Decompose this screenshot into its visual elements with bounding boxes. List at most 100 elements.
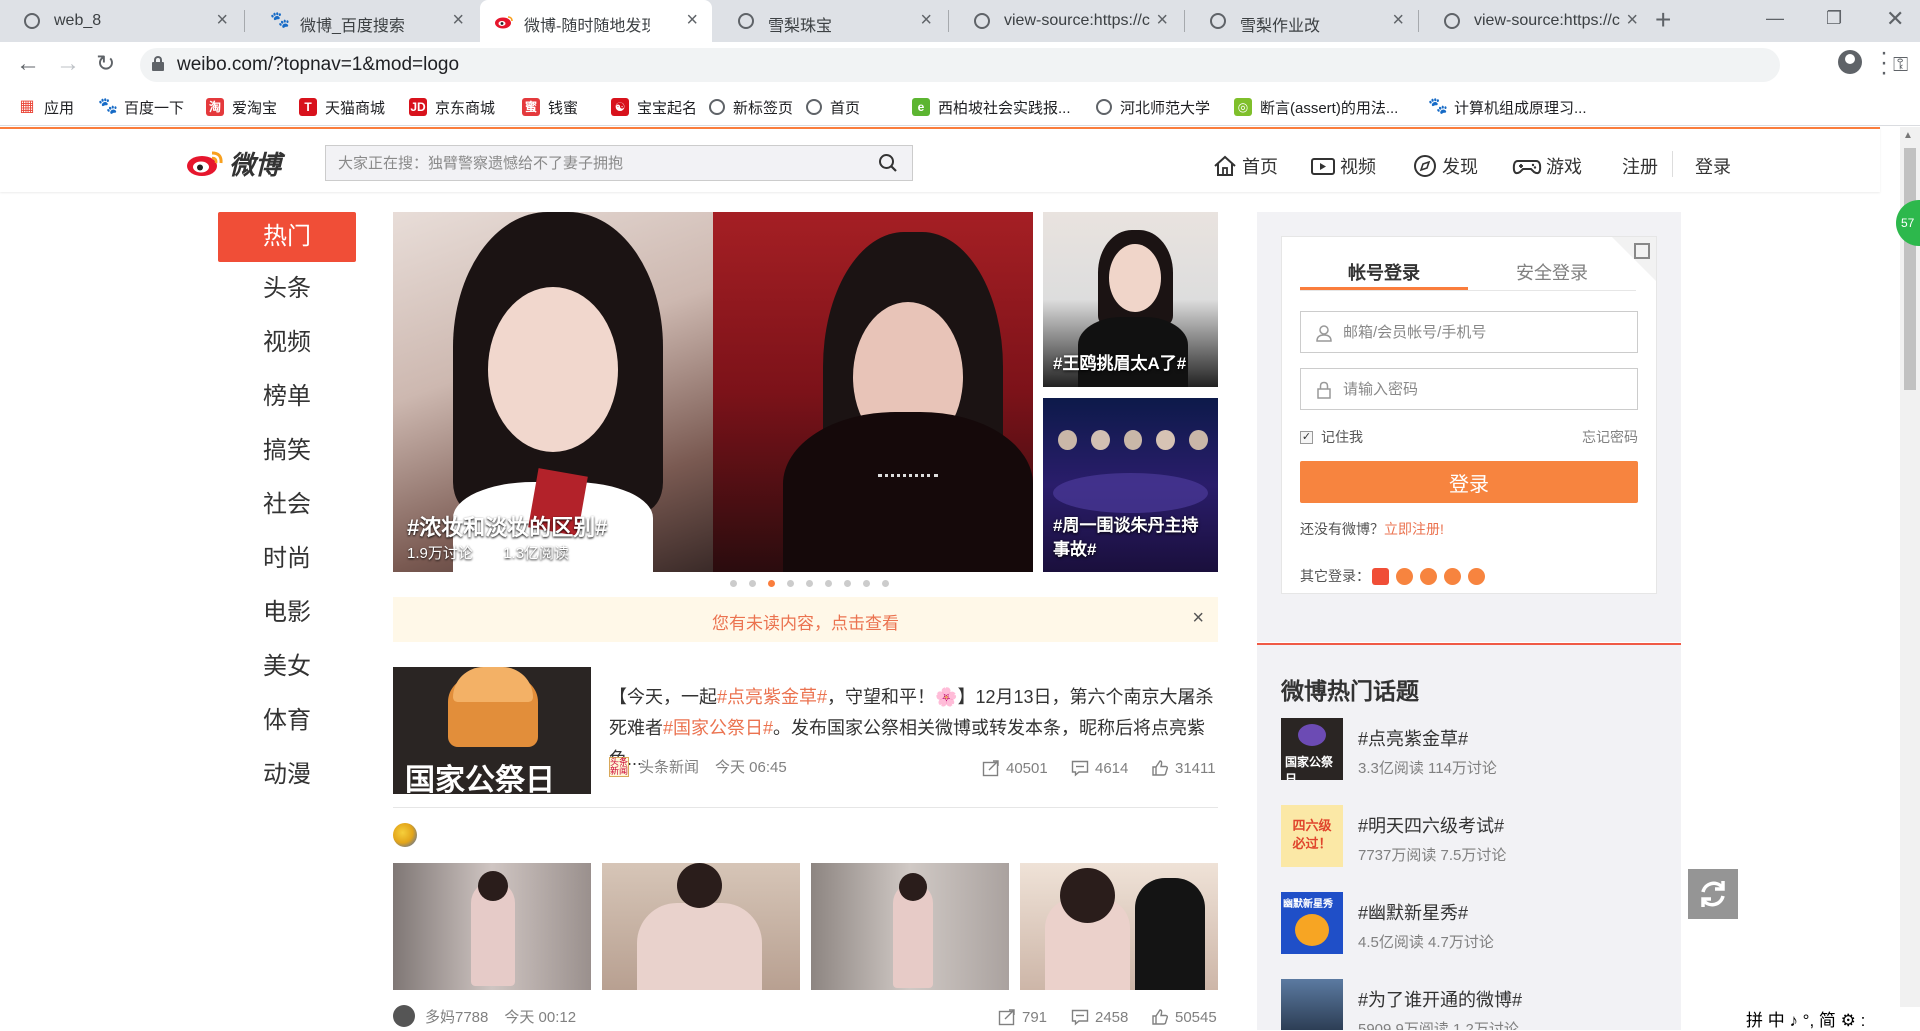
bookmark-item[interactable]: e 西柏坡社会实践报... <box>912 96 1071 118</box>
forward-arrow-icon[interactable]: → <box>56 50 80 78</box>
nav-home[interactable]: 首页 <box>1212 153 1278 179</box>
like-button[interactable]: 50545 <box>1151 1008 1217 1026</box>
scrollbar-thumb[interactable] <box>1904 148 1916 390</box>
carousel-dot[interactable] <box>825 580 832 587</box>
bookmark-item[interactable]: 蜜钱蜜 <box>522 96 578 118</box>
category-nav-item[interactable]: 动漫 <box>218 750 356 800</box>
nav-register[interactable]: 注册 <box>1622 153 1658 179</box>
bookmark-item[interactable]: ◎ 断言(assert)的用法... <box>1234 96 1398 118</box>
remember-me[interactable]: ✓ 记住我 <box>1300 427 1363 447</box>
search-icon[interactable] <box>878 153 898 173</box>
tab-secure-login[interactable]: 安全登录 <box>1468 259 1636 285</box>
tab-account-login[interactable]: 帐号登录 <box>1300 259 1468 285</box>
feed2-user-name[interactable]: 多妈7788 <box>425 1006 488 1027</box>
carousel-dot[interactable] <box>749 580 756 587</box>
category-nav-item[interactable]: 体育 <box>218 696 356 746</box>
hot-topic-thumb[interactable]: 四六级必过！ <box>1281 805 1343 867</box>
hero-carousel[interactable]: #浓妆和淡妆的区别# 1.9万讨论 1.3亿阅读 <box>393 212 1033 572</box>
close-tab-icon[interactable]: × <box>452 9 464 32</box>
360-login-icon[interactable] <box>1468 567 1485 585</box>
side-topic-wang-ou[interactable]: #王鸥挑眉太A了# <box>1043 212 1218 387</box>
ime-status-bar[interactable]: 拼 中 ♪ °, 简 ⚙ : <box>1744 1007 1920 1030</box>
remember-checkbox[interactable]: ✓ <box>1300 430 1313 444</box>
tab-weibo-active[interactable]: 微博-随时随地发现新鲜 × <box>480 0 712 42</box>
close-icon[interactable]: × <box>1192 607 1204 630</box>
repost-button[interactable]: 791 <box>998 1008 1047 1026</box>
unread-notice-bar[interactable]: 您有未读内容，点击查看 × <box>393 597 1218 642</box>
bookmark-item[interactable]: 🐾 计算机组成原理习... <box>1428 96 1587 118</box>
nav-video[interactable]: 视频 <box>1310 153 1376 179</box>
tab-web8[interactable]: web_8 × <box>0 0 242 42</box>
repost-button[interactable]: 40501 <box>982 759 1048 777</box>
feed-photo-3[interactable] <box>811 863 1009 990</box>
hot-topic-thumb[interactable]: 国家公祭日 <box>1281 718 1343 780</box>
category-nav-item[interactable]: 搞笑 <box>218 426 356 476</box>
tab-xueli-jewelry[interactable]: 雪梨珠宝 × <box>714 0 946 42</box>
tab-baidu-weibo[interactable]: 🐾 微博_百度搜索 × <box>246 0 478 42</box>
bookmark-item[interactable]: T 天猫商城 <box>299 96 385 118</box>
back-arrow-icon[interactable]: ← <box>16 50 40 78</box>
scroll-up-arrow-icon[interactable]: ▲ <box>1903 130 1913 141</box>
lock-icon[interactable] <box>152 56 164 71</box>
hashtag-link[interactable]: #国家公祭日# <box>663 718 773 738</box>
bookmark-item[interactable]: 淘爱淘宝 <box>206 96 277 118</box>
unread-notice-text[interactable]: 您有未读内容，点击查看 <box>393 609 1218 634</box>
nav-discover[interactable]: 发现 <box>1412 153 1478 179</box>
password-field[interactable] <box>1300 368 1638 410</box>
hot-topic-name[interactable]: #幽默新星秀# <box>1358 899 1468 925</box>
hot-topic-thumb[interactable]: 幽默新星秀 <box>1281 892 1343 954</box>
password-input[interactable] <box>1343 369 1623 409</box>
feed-photo-4[interactable] <box>1020 863 1218 990</box>
close-tab-icon[interactable]: × <box>1156 9 1168 32</box>
username-input[interactable] <box>1343 312 1623 352</box>
register-link[interactable]: 立即注册! <box>1384 521 1444 537</box>
bookmark-item[interactable]: 河北师范大学 <box>1096 96 1210 118</box>
tab-xueli-homework[interactable]: 雪梨作业改 × <box>1186 0 1418 42</box>
taobao-login-icon[interactable] <box>1372 567 1389 585</box>
weibo-logo[interactable]: 微博 <box>185 145 281 181</box>
hashtag-link[interactable]: #点亮紫金草# <box>717 687 827 707</box>
address-bar[interactable]: weibo.com/?topnav=1&mod=logo ⚿ ☆ <box>140 48 1908 82</box>
carousel-dot[interactable] <box>768 580 775 587</box>
category-nav-item[interactable]: 头条 <box>218 264 356 314</box>
hot-topic-name[interactable]: #明天四六级考试# <box>1358 812 1504 838</box>
user-avatar[interactable] <box>393 823 417 847</box>
tianyi-login-icon[interactable] <box>1444 567 1461 585</box>
comment-button[interactable]: 4614 <box>1071 759 1128 777</box>
feed-source[interactable]: 头条 新闻 头条新闻 今天 06:45 <box>609 756 787 777</box>
restore-icon[interactable]: ❐ <box>1826 8 1842 29</box>
category-nav-item[interactable]: 榜单 <box>218 372 356 422</box>
close-tab-icon[interactable]: × <box>920 9 932 32</box>
tab-view-source-2[interactable]: view-source:https://c × <box>1420 0 1652 42</box>
search-box[interactable] <box>325 145 913 181</box>
category-nav-item[interactable]: 热门 <box>218 212 356 262</box>
feed2-source[interactable]: 多妈7788 今天 00:12 <box>393 1005 576 1027</box>
kebab-menu-icon[interactable]: · · · <box>1880 41 1888 85</box>
url-text[interactable]: weibo.com/?topnav=1&mod=logo <box>177 54 459 76</box>
bookmark-item[interactable]: 首页 <box>806 96 860 118</box>
carousel-dot[interactable] <box>806 580 813 587</box>
minimize-icon[interactable]: — <box>1766 8 1784 29</box>
wechat-login-icon[interactable] <box>1420 567 1437 585</box>
reload-icon[interactable]: ↻ <box>96 50 115 77</box>
like-button[interactable]: 31411 <box>1151 759 1216 777</box>
feed-photo-1[interactable] <box>393 863 591 990</box>
new-tab-button[interactable]: + <box>1655 4 1671 36</box>
bookmark-item[interactable]: 🐾 百度一下 <box>98 96 184 118</box>
category-nav-item[interactable]: 社会 <box>218 480 356 530</box>
forgot-password-link[interactable]: 忘记密码 <box>1582 427 1638 447</box>
bookmark-item[interactable]: ☯ 宝宝起名 <box>611 96 697 118</box>
login-button[interactable]: 登录 <box>1300 461 1638 503</box>
close-tab-icon[interactable]: × <box>216 9 228 32</box>
hot-topic-name[interactable]: #点亮紫金草# <box>1358 725 1468 751</box>
carousel-dot[interactable] <box>882 580 889 587</box>
side-topic-zhou-yi-wei[interactable]: #周一围谈朱丹主持事故# <box>1043 398 1218 572</box>
bookmark-item[interactable]: 新标签页 <box>709 96 793 118</box>
carousel-title[interactable]: #浓妆和淡妆的区别# <box>407 510 607 542</box>
close-tab-icon[interactable]: × <box>686 9 698 32</box>
profile-avatar-icon[interactable] <box>1838 50 1862 74</box>
key-icon[interactable]: ⚿ <box>1893 54 1908 77</box>
category-nav-item[interactable]: 电影 <box>218 588 356 638</box>
close-tab-icon[interactable]: × <box>1392 9 1404 32</box>
carousel-dot[interactable] <box>863 580 870 587</box>
